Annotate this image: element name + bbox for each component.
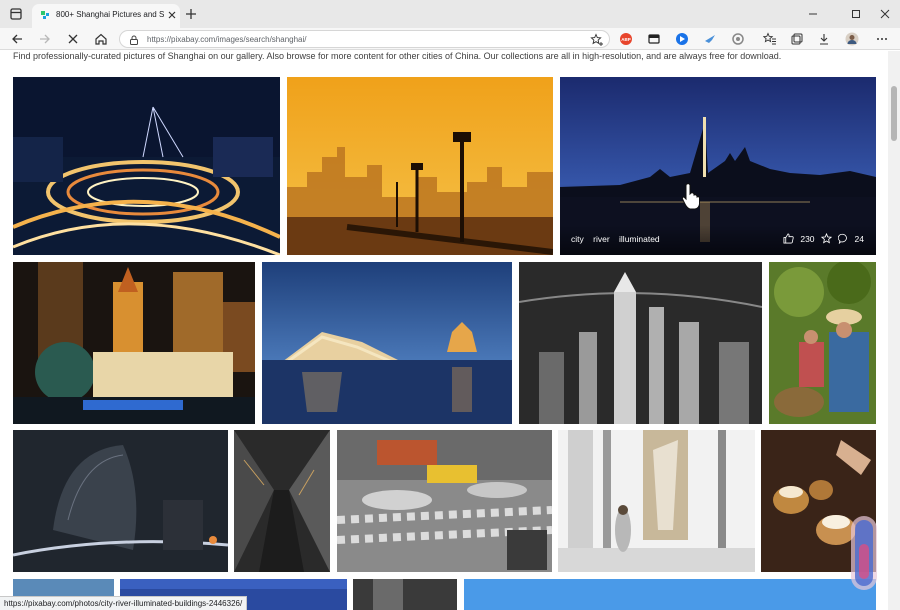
- gear-extension-icon[interactable]: [731, 32, 745, 46]
- back-arrow-icon[interactable]: [9, 31, 25, 47]
- status-bar-url: https://pixabay.com/photos/city-river-il…: [0, 596, 248, 610]
- photo-pavilion-lake-dusk[interactable]: [262, 262, 512, 424]
- bird-extension-icon[interactable]: [703, 32, 717, 46]
- photo-aerial-city-bw[interactable]: [519, 262, 762, 424]
- photo-curved-building-night[interactable]: [13, 430, 228, 572]
- thumbs-up-icon[interactable]: [783, 233, 794, 244]
- photo-pudong-skyline-river[interactable]: city river illuminated 230 24: [560, 77, 876, 255]
- more-menu-icon[interactable]: [875, 32, 889, 46]
- svg-text:ABP: ABP: [621, 37, 631, 42]
- lock-icon[interactable]: [128, 34, 140, 46]
- tab-title: 800+ Shanghai Pictures and Stock: [56, 10, 164, 19]
- browser-tab[interactable]: 800+ Shanghai Pictures and Stock: [32, 4, 180, 28]
- photo-bund-sunset[interactable]: [287, 77, 553, 255]
- tag-link[interactable]: illuminated: [619, 234, 660, 244]
- comment-icon[interactable]: [837, 233, 849, 244]
- comments-count: 24: [854, 233, 864, 244]
- photo-nanpu-bridge-night[interactable]: [13, 77, 280, 255]
- page-intro: Find professionally-curated pictures of …: [13, 51, 782, 61]
- pixabay-favicon-icon: [41, 11, 49, 19]
- vertical-scrollbar[interactable]: [888, 51, 900, 610]
- close-window-icon[interactable]: [878, 7, 892, 21]
- close-icon[interactable]: [166, 9, 178, 21]
- minimize-icon[interactable]: [806, 7, 820, 21]
- photo-tags: city river illuminated: [571, 234, 667, 244]
- hand-cursor-icon: [681, 183, 700, 210]
- photo-stats: 230 24: [783, 233, 864, 244]
- url-text: https://pixabay.com/images/search/shangh…: [147, 35, 307, 44]
- photo-skyscraper-looking-up[interactable]: [234, 430, 330, 572]
- profile-avatar-icon[interactable]: [845, 32, 859, 46]
- reader-extension-icon[interactable]: [647, 32, 661, 46]
- maximize-icon[interactable]: [849, 7, 863, 21]
- window-menu-icon[interactable]: [8, 6, 24, 22]
- tag-link[interactable]: river: [593, 234, 610, 244]
- address-bar[interactable]: https://pixabay.com/images/search/shangh…: [119, 30, 610, 48]
- plus-icon[interactable]: [184, 7, 198, 21]
- photo-street-traffic-blur[interactable]: [337, 430, 552, 572]
- tab-strip: 800+ Shanghai Pictures and Stock: [0, 0, 900, 28]
- collections-icon[interactable]: [790, 32, 804, 46]
- photo-partial-4[interactable]: [464, 579, 876, 610]
- home-icon[interactable]: [93, 31, 109, 47]
- star-plus-icon[interactable]: [590, 33, 604, 47]
- photo-farmers-picking-fruit[interactable]: [769, 262, 876, 424]
- download-icon[interactable]: [817, 32, 831, 46]
- scrollbar-thumb[interactable]: [891, 86, 897, 141]
- photo-partial-3[interactable]: [353, 579, 457, 610]
- photo-lobby-pedestrian[interactable]: [558, 430, 755, 572]
- photo-shanghai-towers-night[interactable]: [13, 262, 255, 424]
- shield-extension-icon[interactable]: [675, 32, 689, 46]
- stop-icon[interactable]: [65, 31, 81, 47]
- page-content: Find professionally-curated pictures of …: [0, 51, 888, 610]
- tag-link[interactable]: city: [571, 234, 584, 244]
- likes-count: 230: [800, 233, 815, 244]
- adblock-extension-icon[interactable]: ABP: [619, 32, 633, 46]
- star-icon[interactable]: [820, 233, 832, 244]
- forward-arrow-icon[interactable]: [37, 31, 53, 47]
- favorites-icon[interactable]: [763, 32, 777, 46]
- floating-widget-icon[interactable]: [848, 514, 880, 592]
- browser-toolbar: https://pixabay.com/images/search/shangh…: [0, 28, 900, 50]
